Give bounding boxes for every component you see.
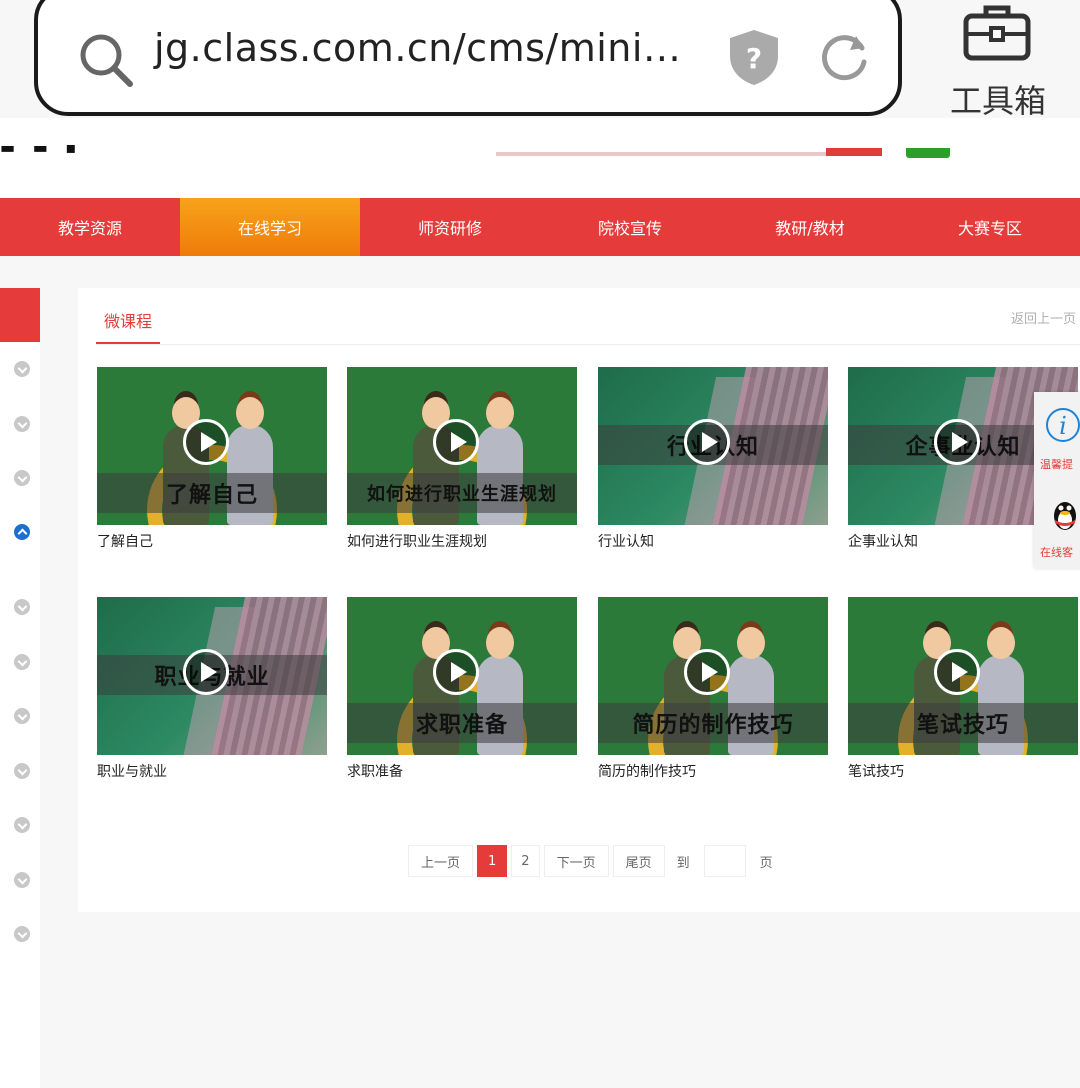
play-icon[interactable] xyxy=(433,649,479,695)
thumbnail-title: 求职准备 xyxy=(415,713,508,738)
sidebar-item-chevron-icon[interactable] xyxy=(14,654,30,670)
back-link[interactable]: 返回上一页 xyxy=(1011,308,1076,327)
course-card[interactable]: 行业认知 行业认知 xyxy=(598,367,828,551)
course-title[interactable]: 了解自己 xyxy=(97,531,327,551)
play-icon[interactable] xyxy=(183,649,229,695)
nav-item-teacher-training[interactable]: 师资研修 xyxy=(360,198,540,256)
goto-label: 到 xyxy=(676,855,690,871)
prev-page-button[interactable]: 上一页 xyxy=(408,845,474,877)
url-text[interactable]: jg.class.com.cn/cms/mini… xyxy=(154,26,681,70)
sidebar-item-chevron-icon[interactable] xyxy=(14,361,30,377)
sidebar-item-chevron-icon[interactable] xyxy=(14,416,30,432)
course-panel: 微课程 返回上一页 了解自己 了解自己 如何进行职业生涯规划 如何进行职业生涯规… xyxy=(78,288,1080,912)
course-thumbnail[interactable]: 简历的制作技巧 xyxy=(598,597,828,755)
play-icon[interactable] xyxy=(433,419,479,465)
sidebar-item-active-chevron-icon[interactable] xyxy=(14,524,30,540)
page-button-2[interactable]: 2 xyxy=(511,845,540,877)
course-thumbnail[interactable]: 笔试技巧 xyxy=(848,597,1078,755)
next-page-button[interactable]: 下一页 xyxy=(543,845,609,877)
tab-micro-courses[interactable]: 微课程 xyxy=(104,308,152,332)
security-shield-icon[interactable]: ? xyxy=(728,28,780,86)
course-thumbnail[interactable]: 求职准备 xyxy=(347,597,577,755)
nav-item-competitions[interactable]: 大赛专区 xyxy=(900,198,1080,256)
course-card[interactable]: 简历的制作技巧 简历的制作技巧 xyxy=(598,597,828,781)
play-icon[interactable] xyxy=(684,649,730,695)
main-nav: 教学资源 在线学习 师资研修 院校宣传 教研/教材 大赛专区 xyxy=(0,198,1080,256)
course-thumbnail[interactable]: 了解自己 xyxy=(97,367,327,525)
nav-item-online-learning[interactable]: 在线学习 xyxy=(180,198,360,256)
page-button-1[interactable]: 1 xyxy=(477,845,508,877)
sidebar-item-chevron-icon[interactable] xyxy=(14,763,30,779)
info-icon[interactable]: i xyxy=(1046,408,1080,442)
play-icon[interactable] xyxy=(183,419,229,465)
floating-help-widget: i 温馨提 在线客 xyxy=(1034,392,1080,568)
svg-text:?: ? xyxy=(746,42,762,75)
thumbnail-title: 如何进行职业生涯规划 xyxy=(367,484,557,505)
course-card[interactable]: 求职准备 求职准备 xyxy=(347,597,577,781)
course-card[interactable]: 职业与就业 职业与就业 xyxy=(97,597,327,781)
play-icon[interactable] xyxy=(684,419,730,465)
nav-item-research-materials[interactable]: 教研/教材 xyxy=(720,198,900,256)
search-icon xyxy=(80,34,133,87)
tip-label[interactable]: 温馨提 xyxy=(1040,456,1073,472)
toolbox-icon xyxy=(963,5,1031,61)
sidebar-item-chevron-icon[interactable] xyxy=(14,872,30,888)
course-card[interactable]: 如何进行职业生涯规划 如何进行职业生涯规划 xyxy=(347,367,577,551)
course-card[interactable]: 了解自己 了解自己 xyxy=(97,367,327,551)
left-sidebar xyxy=(0,288,40,1088)
course-thumbnail[interactable]: 职业与就业 xyxy=(97,597,327,755)
nav-item-teaching-resources[interactable]: 教学资源 xyxy=(0,198,180,256)
sidebar-item-chevron-icon[interactable] xyxy=(14,926,30,942)
online-service-label[interactable]: 在线客 xyxy=(1040,544,1073,560)
last-page-button[interactable]: 尾页 xyxy=(612,845,665,877)
course-title[interactable]: 行业认知 xyxy=(598,531,828,551)
course-thumbnail[interactable]: 如何进行职业生涯规划 xyxy=(347,367,577,525)
toolbox-label: 工具箱 xyxy=(949,82,1046,120)
qq-penguin-icon[interactable] xyxy=(1050,496,1080,532)
browser-url-bar[interactable]: jg.class.com.cn/cms/mini… ? xyxy=(34,0,902,116)
sidebar-header[interactable] xyxy=(0,288,40,342)
reload-icon[interactable] xyxy=(816,30,872,86)
sidebar-item-chevron-icon[interactable] xyxy=(14,708,30,724)
tab-divider xyxy=(96,344,1080,345)
thumbnail-title: 简历的制作技巧 xyxy=(632,713,794,738)
sidebar-item-chevron-icon[interactable] xyxy=(14,599,30,615)
sidebar-item-chevron-icon[interactable] xyxy=(14,817,30,833)
course-title[interactable]: 职业与就业 xyxy=(97,761,327,781)
course-title[interactable]: 求职准备 xyxy=(347,761,577,781)
play-icon[interactable] xyxy=(934,649,980,695)
course-title[interactable]: 简历的制作技巧 xyxy=(598,761,828,781)
thumbnail-title: 了解自己 xyxy=(165,483,258,508)
play-icon[interactable] xyxy=(934,419,980,465)
page-unit-label: 页 xyxy=(759,855,773,871)
nav-item-school-promotion[interactable]: 院校宣传 xyxy=(540,198,720,256)
site-logo-fragment: ▬ ▬ ▪ xyxy=(0,138,83,157)
sidebar-item-chevron-icon[interactable] xyxy=(14,470,30,486)
site-search-input[interactable] xyxy=(496,152,882,156)
toolbox-button[interactable]: 工具箱 xyxy=(948,0,1058,120)
site-header xyxy=(0,118,1080,198)
course-title[interactable]: 笔试技巧 xyxy=(848,761,1078,781)
thumbnail-title: 笔试技巧 xyxy=(916,713,1009,738)
goto-page-input[interactable] xyxy=(703,845,746,877)
course-card[interactable]: 笔试技巧 笔试技巧 xyxy=(848,597,1078,781)
course-thumbnail[interactable]: 行业认知 xyxy=(598,367,828,525)
course-title[interactable]: 如何进行职业生涯规划 xyxy=(347,531,577,551)
header-green-button[interactable] xyxy=(906,148,950,158)
pagination: 上一页 1 2 下一页 尾页 到 页 xyxy=(408,844,781,878)
site-search-button[interactable] xyxy=(826,148,882,156)
